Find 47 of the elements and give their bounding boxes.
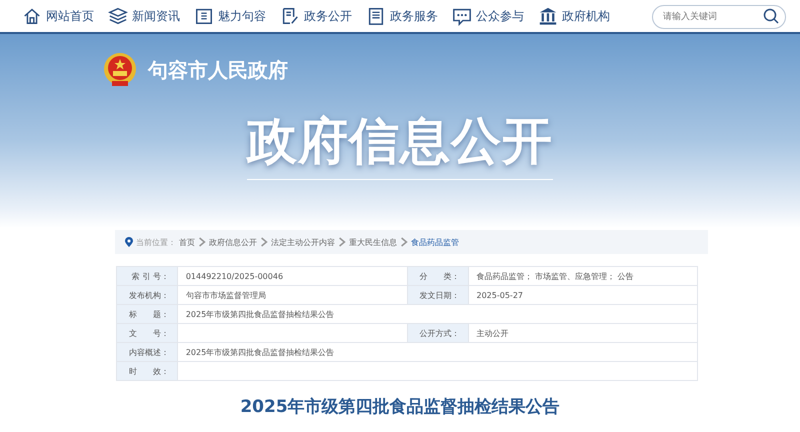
layers-icon xyxy=(108,6,128,26)
field-value: 主动公开 xyxy=(468,324,698,342)
chevron-icon xyxy=(400,237,408,247)
nav-link[interactable]: 网站首页 xyxy=(22,6,94,26)
field-value: 句容市市场监督管理局 xyxy=(177,286,408,304)
document-pen-icon xyxy=(280,6,300,26)
field-label: 公开方式： xyxy=(407,324,468,342)
field-label: 时 效： xyxy=(116,362,178,380)
chevron-icon xyxy=(338,237,346,247)
document-icon xyxy=(366,6,386,26)
site-name: 句容市人民政府 xyxy=(148,56,288,84)
article-title: 2025年市级第四批食品监督抽检结果公告 xyxy=(239,396,561,418)
chevron-icon xyxy=(198,237,206,247)
field-value: 食品药品监管； 市场监管、应急管理； 公告 xyxy=(468,266,698,286)
field-value: 2025-05-27 xyxy=(468,286,698,304)
nav-link[interactable]: 政府机构 xyxy=(538,6,610,26)
search-icon[interactable] xyxy=(763,8,779,24)
breadcrumb-link[interactable]: 法定主动公开内容 xyxy=(271,236,335,248)
nav-link[interactable]: 魅力句容 xyxy=(194,6,266,26)
breadcrumb-link[interactable]: 政府信息公开 xyxy=(209,236,257,248)
field-value: 2025年市级第四批食品监督抽检结果公告 xyxy=(177,304,698,324)
nav-link[interactable]: 政务公开 xyxy=(280,6,352,26)
location-pin-icon xyxy=(125,237,133,247)
home-icon xyxy=(22,6,42,26)
field-value: 014492210/2025-00046 xyxy=(177,266,408,286)
breadcrumb-label: 当前位置： xyxy=(136,236,176,248)
breadcrumb-link[interactable]: 重大民生信息 xyxy=(349,236,397,248)
field-label: 发布机构： xyxy=(116,286,178,304)
emblem-icon xyxy=(102,52,138,88)
field-label: 标 题： xyxy=(116,304,178,324)
banner-title: 政府信息公开 xyxy=(247,108,553,180)
nav-link[interactable]: 政务服务 xyxy=(366,6,438,26)
building-icon xyxy=(194,6,214,26)
field-label: 文 号： xyxy=(116,324,178,342)
nav-link[interactable]: 新闻资讯 xyxy=(108,6,180,26)
breadcrumb-link[interactable]: 食品药品监管 xyxy=(411,236,459,248)
field-label: 索 引 号： xyxy=(116,266,178,286)
field-label: 内容概述： xyxy=(116,342,178,362)
field-value: 2025年市级第四批食品监督抽检结果公告 xyxy=(177,342,698,362)
field-label: 分 类： xyxy=(407,266,468,286)
search-field[interactable]: 请输入关键词 xyxy=(652,5,786,29)
nav-link[interactable]: 公众参与 xyxy=(452,6,524,26)
field-label: 发文日期： xyxy=(407,286,468,304)
breadcrumb-link[interactable]: 首页 xyxy=(179,236,195,248)
institution-icon xyxy=(538,6,558,26)
chat-icon xyxy=(452,6,472,26)
chevron-icon xyxy=(260,237,268,247)
